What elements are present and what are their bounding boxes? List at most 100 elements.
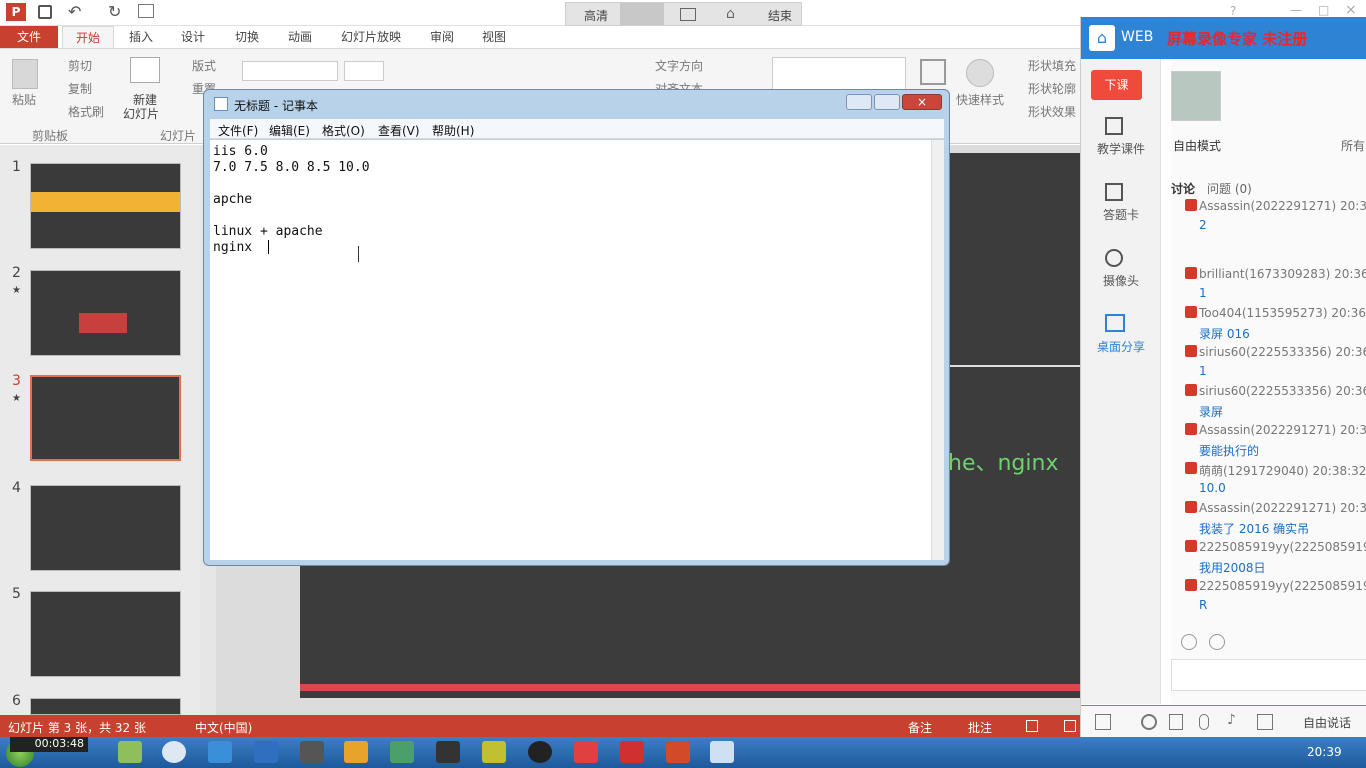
notepad-close-button[interactable]: ×	[902, 94, 942, 110]
all-filter[interactable]: 所有	[1341, 137, 1365, 154]
qq-icon[interactable]	[528, 741, 552, 763]
slideshow-from-start-icon[interactable]	[138, 4, 154, 18]
slide-thumbnail[interactable]	[30, 485, 181, 571]
tab-home[interactable]: 开始	[62, 26, 114, 48]
shape-effects-button[interactable]: 形状效果	[1028, 103, 1076, 120]
notepad-menu-view[interactable]: 查看(V)	[378, 122, 420, 139]
app-icon[interactable]	[118, 741, 142, 763]
end-button[interactable]: 结束	[768, 7, 792, 24]
tab-animations[interactable]: 动画	[277, 26, 323, 48]
powerpoint-taskbar-icon[interactable]	[666, 741, 690, 763]
fullscreen-icon[interactable]	[620, 3, 664, 25]
sorter-view-icon[interactable]	[1064, 720, 1076, 732]
app-icon[interactable]	[344, 741, 368, 763]
app-icon[interactable]	[254, 741, 278, 763]
browser-icon[interactable]	[162, 741, 186, 763]
cut-button[interactable]: 剪切	[68, 57, 92, 74]
notepad-minimize-button[interactable]	[846, 94, 872, 110]
format-painter-button[interactable]: 格式刷	[68, 103, 104, 120]
tab-view[interactable]: 视图	[471, 26, 517, 48]
ibeam-cursor-icon	[358, 246, 359, 262]
speaker-icon[interactable]	[1169, 714, 1183, 730]
nav-courseware[interactable]: 教学课件	[1081, 140, 1161, 157]
text-line: nginx	[213, 240, 268, 255]
tab-discussion[interactable]: 讨论	[1171, 180, 1195, 197]
arrange-icon[interactable]	[920, 59, 946, 85]
powerpoint-icon[interactable]: P	[6, 3, 26, 21]
tab-transitions[interactable]: 切换	[224, 26, 270, 48]
slide-number: 4	[12, 480, 21, 496]
home-icon[interactable]: ⌂	[1089, 25, 1115, 51]
paste-button[interactable]: 粘贴	[12, 91, 36, 108]
layout-button[interactable]: 版式	[192, 57, 216, 74]
text-direction-button[interactable]: 文字方向	[655, 57, 703, 74]
tab-insert[interactable]: 插入	[118, 26, 164, 48]
comments-button[interactable]: 批注	[968, 719, 992, 736]
app-icon[interactable]	[208, 741, 232, 763]
app-icon[interactable]	[482, 741, 506, 763]
nav-answer-card[interactable]: 答题卡	[1081, 206, 1161, 223]
shape-fill-button[interactable]: 形状填充	[1028, 57, 1076, 74]
hd-button[interactable]: 高清	[584, 7, 608, 24]
tab-design[interactable]: 设计	[170, 26, 216, 48]
nav-camera[interactable]: 摄像头	[1081, 272, 1161, 289]
gift-icon	[1185, 501, 1197, 513]
notepad-title-bar[interactable]: 无标题 - 记事本 ×	[210, 92, 942, 116]
music-icon[interactable]: ♪	[1227, 712, 1236, 728]
mode-selector[interactable]: 自由模式	[1173, 137, 1221, 154]
notepad-menu-file[interactable]: 文件(F)	[218, 122, 258, 139]
notepad-menu-format[interactable]: 格式(O)	[322, 122, 365, 139]
avatar[interactable]	[1171, 71, 1221, 121]
notepad-maximize-button[interactable]	[874, 94, 900, 110]
notepad-text-area[interactable]: iis 6.0 7.0 7.5 8.0 8.5 10.0 apche linux + …	[210, 140, 931, 560]
microphone-icon[interactable]	[1199, 714, 1209, 730]
chat-input[interactable]	[1171, 659, 1366, 691]
font-size-box[interactable]	[344, 61, 384, 81]
help-button[interactable]: ?	[1230, 4, 1236, 18]
slide-thumbnail[interactable]	[30, 591, 181, 677]
copy-button[interactable]: 复制	[68, 80, 92, 97]
settings-icon[interactable]	[1141, 714, 1157, 730]
end-class-button[interactable]: 下课	[1091, 70, 1142, 100]
courseware-icon	[1105, 117, 1123, 135]
free-speak-button[interactable]: 自由说话	[1303, 714, 1351, 731]
tab-questions[interactable]: 问题 (0)	[1207, 180, 1252, 197]
app-icon[interactable]	[300, 741, 324, 763]
app-icon[interactable]	[436, 741, 460, 763]
notes-button[interactable]: 备注	[908, 719, 932, 736]
slide-thumbnail[interactable]	[30, 698, 181, 715]
slide-thumbnail-selected[interactable]	[30, 375, 181, 461]
slide-thumbnail[interactable]	[30, 270, 181, 356]
notepad-scrollbar[interactable]	[931, 140, 944, 560]
new-slide-button-2[interactable]: 幻灯片	[123, 105, 159, 122]
font-name-box[interactable]	[242, 61, 338, 81]
notepad-menu-edit[interactable]: 编辑(E)	[269, 122, 310, 139]
tab-review[interactable]: 审阅	[419, 26, 465, 48]
notepad-menu-help[interactable]: 帮助(H)	[432, 122, 474, 139]
window-icon[interactable]	[680, 8, 696, 21]
exit-icon[interactable]	[1095, 714, 1111, 730]
app-icon[interactable]	[390, 741, 414, 763]
quick-styles-button[interactable]: 快速样式	[956, 91, 1004, 108]
undo-icon[interactable]: ↶	[68, 2, 81, 21]
save-icon[interactable]	[38, 5, 52, 19]
tab-slideshow[interactable]: 幻灯片放映	[333, 26, 409, 48]
app-icon[interactable]	[574, 741, 598, 763]
home-icon[interactable]: ⌂	[726, 6, 735, 22]
language-status[interactable]: 中文(中国)	[195, 719, 252, 736]
app-icon[interactable]	[620, 741, 644, 763]
notepad-taskbar-icon[interactable]	[710, 741, 734, 763]
tab-file[interactable]: 文件	[0, 26, 58, 48]
close-button[interactable]: ×	[1345, 2, 1357, 18]
redo-icon[interactable]: ↻	[108, 2, 121, 21]
emoji-icon[interactable]	[1181, 634, 1197, 650]
mixer-icon[interactable]	[1257, 714, 1273, 730]
minimize-button[interactable]: —	[1290, 3, 1302, 17]
maximize-button[interactable]: □	[1318, 3, 1329, 17]
slide-number: 2	[12, 265, 21, 281]
normal-view-icon[interactable]	[1026, 720, 1038, 732]
shape-outline-button[interactable]: 形状轮廓	[1028, 80, 1076, 97]
nav-desktop-share[interactable]: 桌面分享	[1081, 338, 1161, 355]
flower-icon[interactable]	[1209, 634, 1225, 650]
slide-thumbnail[interactable]	[30, 163, 181, 249]
